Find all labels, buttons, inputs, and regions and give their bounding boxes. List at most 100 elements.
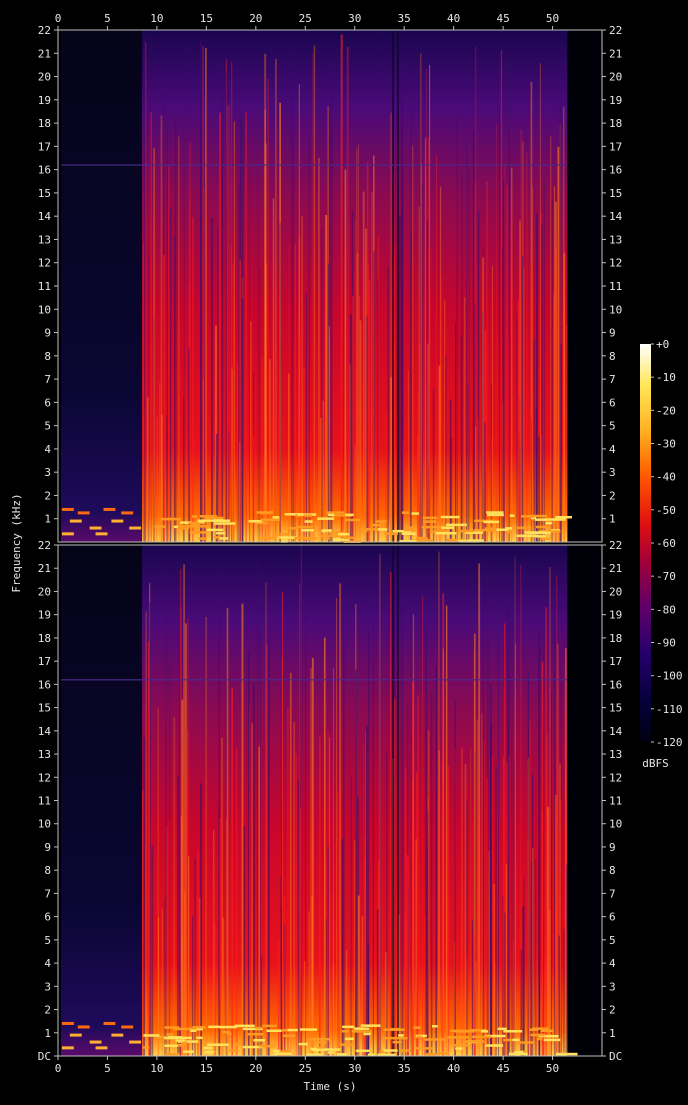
transient-stripe: [186, 729, 189, 1056]
y-tick-label: 18: [609, 117, 622, 130]
x-tick-label: 25: [299, 1062, 312, 1075]
y-tick-label: 4: [44, 957, 51, 970]
intro-note: [95, 532, 108, 536]
colorbar-tick-label: -50: [656, 504, 676, 517]
y-tick-label: 16: [609, 164, 622, 177]
harmonic-bar: [208, 1025, 220, 1029]
harmonic-bar: [213, 536, 221, 539]
harmonic-bar: [303, 514, 312, 517]
harmonic-bar: [282, 1034, 296, 1038]
colorbar-tick-label: -100: [656, 670, 683, 683]
y-tick-label: 13: [38, 233, 51, 246]
intro-note: [121, 511, 134, 515]
transient-stripe: [202, 45, 204, 542]
harmonic-bar: [507, 530, 513, 534]
y-tick-label: 14: [38, 725, 52, 738]
harmonic-bar: [338, 532, 349, 536]
transient-stripe: [484, 422, 486, 542]
spectrogram-chart: 1 12 23 34 45 56 67 78 89 910 1011 1112 1213 1314 1415…: [10, 12, 683, 1093]
harmonic-bar: [219, 1025, 238, 1029]
transient-stripe: [233, 121, 235, 542]
transient-stripe: [279, 222, 281, 542]
colorbar-tick-label: -30: [656, 438, 676, 451]
transient-stripe: [495, 765, 497, 1056]
harmonic-bar: [213, 522, 236, 525]
harmonic-bar: [512, 1038, 520, 1042]
transient-stripe: [309, 429, 312, 542]
transient-stripe: [445, 355, 447, 542]
y-tick-label: 9: [609, 841, 616, 854]
transient-stripe: [368, 279, 371, 542]
transient-stripe: [205, 617, 207, 1056]
y-tick-label: 18: [609, 632, 622, 645]
transient-stripe: [367, 960, 369, 1056]
x-tick-label: 5: [104, 12, 111, 25]
transient-stripe: [197, 849, 199, 1056]
harmonic-bar: [266, 1029, 282, 1033]
transient-stripe: [442, 648, 444, 1056]
transient-stripe: [239, 442, 241, 542]
intro-note: [103, 1021, 116, 1025]
transient-stripe: [338, 892, 340, 1056]
harmonic-bar: [233, 1043, 241, 1046]
transient-stripe: [496, 122, 498, 542]
intro-note: [111, 519, 124, 523]
harmonic-bar: [345, 513, 354, 517]
harmonic-bar: [487, 513, 504, 517]
harmonic-bar: [361, 1024, 381, 1027]
y-tick-label: 16: [609, 678, 622, 691]
y-tick-label: 19: [38, 609, 51, 622]
x-tick-label: 40: [447, 1062, 460, 1075]
harmonic-bar: [530, 1033, 545, 1037]
y-tick-label: 13: [609, 233, 622, 246]
transient-stripe: [529, 720, 531, 1056]
intro-note: [61, 1046, 74, 1050]
intro-note: [69, 1033, 82, 1037]
intro-note: [77, 511, 90, 515]
harmonic-bar: [353, 1027, 370, 1030]
transient-stripe: [153, 148, 156, 543]
colorbar-tick-label: -80: [656, 603, 676, 616]
y-tick-label: 19: [609, 94, 622, 107]
dropout-stripe: [392, 30, 394, 542]
transient-stripe: [344, 169, 347, 542]
transient-stripe: [163, 255, 166, 543]
y-tick-label: 22: [38, 539, 51, 552]
y-tick-label: 5: [44, 934, 51, 947]
harmonic-bar: [404, 528, 413, 532]
transient-stripe: [231, 687, 233, 1056]
transient-stripe: [543, 181, 546, 542]
y-tick-label: 12: [609, 771, 622, 784]
y-tick-label: 2: [44, 1004, 51, 1017]
harmonic-bar: [317, 517, 335, 520]
transient-stripe: [217, 226, 219, 543]
colorbar-tick-label: -90: [656, 637, 676, 650]
transient-stripe: [346, 46, 349, 542]
y-tick-label: 8: [44, 350, 51, 363]
transient-stripe: [404, 917, 407, 1056]
transient-stripe: [180, 569, 182, 1056]
y-axis-label: Frequency (kHz): [10, 493, 23, 592]
transient-stripe: [474, 426, 477, 542]
harmonic-bar: [190, 1029, 197, 1032]
harmonic-bar: [198, 520, 206, 523]
transient-stripe: [280, 876, 282, 1056]
transient-stripe: [241, 298, 244, 542]
transient-stripe: [232, 263, 234, 542]
harmonic-bar: [171, 1036, 192, 1040]
x-tick-label: 40: [447, 12, 460, 25]
transient-stripe: [493, 884, 495, 1056]
transient-stripe: [269, 359, 271, 542]
transient-stripe: [422, 596, 424, 1056]
transient-stripe: [168, 821, 170, 1056]
transient-stripe: [541, 223, 543, 542]
transient-stripe: [523, 878, 525, 1056]
channel-panel: [57, 29, 603, 543]
transient-stripe: [308, 911, 310, 1056]
x-tick-label: 0: [55, 1062, 62, 1075]
transient-stripe: [300, 238, 301, 542]
harmonic-bar: [423, 520, 437, 523]
transient-stripe: [445, 605, 448, 1056]
transient-stripe: [349, 314, 352, 542]
transient-stripe: [329, 737, 331, 1056]
